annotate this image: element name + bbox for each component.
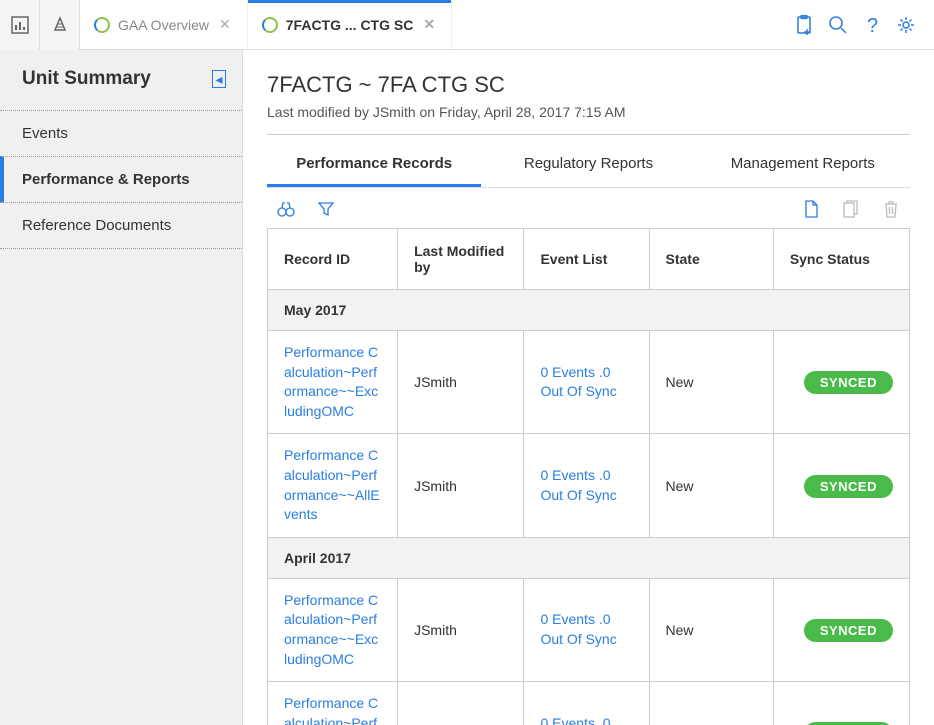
tab-icon [94,17,110,33]
cell-modified-by: JSmith [398,682,524,725]
sidebar-header: Unit Summary ◂ [0,50,242,110]
cell-sync-status: SYNCED [773,682,909,725]
group-label: May 2017 [268,290,910,331]
topbar: GAA Overview ✕ 7FACTG ... CTG SC ✕ ? [0,0,934,50]
content-area: 7FACTG ~ 7FA CTG SC Last modified by JSm… [243,50,934,725]
records-table: Record ID Last Modified by Event List St… [267,228,910,725]
record-link[interactable]: Performance Calculation~Performance~~Exc… [284,343,381,421]
table-row: Performance Calculation~Performance~~All… [268,434,910,537]
sidebar-nav: EventsPerformance & ReportsReference Doc… [0,110,242,249]
cell-record-id: Performance Calculation~Performance~~All… [268,434,398,537]
copy-icon[interactable] [842,200,860,218]
topbar-actions: ? [776,0,934,49]
record-link[interactable]: Performance Calculation~Performance~~All… [284,446,381,524]
close-icon[interactable]: ✕ [217,16,233,33]
close-icon[interactable]: ✕ [421,16,437,33]
table-row: Performance Calculation~Performance~~Exc… [268,331,910,434]
cell-sync-status: SYNCED [773,331,909,434]
cell-modified-by: JSmith [398,434,524,537]
toolbar-right [802,200,900,218]
cell-state: New [649,682,773,725]
record-link[interactable]: Performance Calculation~Performance~~Exc… [284,591,381,669]
sidebar-item-performance-reports[interactable]: Performance & Reports [0,156,242,203]
sidebar-title: Unit Summary [22,68,151,90]
header-event-list[interactable]: Event List [524,229,649,290]
subtab-management-reports[interactable]: Management Reports [696,141,910,187]
new-document-icon[interactable] [802,200,820,218]
table-header-row: Record ID Last Modified by Event List St… [268,229,910,290]
page-title: 7FACTG ~ 7FA CTG SC [267,72,910,98]
header-last-modified[interactable]: Last Modified by [398,229,524,290]
gear-icon[interactable] [896,15,916,35]
group-label: April 2017 [268,537,910,578]
cell-modified-by: JSmith [398,578,524,681]
cell-record-id: Performance Calculation~Performance~~Exc… [268,578,398,681]
document-tabs: GAA Overview ✕ 7FACTG ... CTG SC ✕ [80,0,776,49]
sync-badge: SYNCED [804,371,893,394]
event-list-link[interactable]: 0 Events .0 Out Of Sync [540,363,632,402]
help-icon[interactable]: ? [862,15,882,35]
subtab-regulatory-reports[interactable]: Regulatory Reports [481,141,695,187]
cell-record-id: Performance Calculation~Performance~~Exc… [268,331,398,434]
toolbar [267,188,910,228]
tab-7factg[interactable]: 7FACTG ... CTG SC ✕ [248,0,452,49]
group-row[interactable]: May 2017 [268,290,910,331]
tab-icon [262,17,278,33]
header-sync-status[interactable]: Sync Status [773,229,909,290]
cell-event-list: 0 Events .0 Out Of Sync [524,434,649,537]
group-row[interactable]: April 2017 [268,537,910,578]
event-list-link[interactable]: 0 Events .0 Out Of Sync [540,610,632,649]
event-list-link[interactable]: 0 Events .0 Out Of Sync [540,466,632,505]
page-subtitle: Last modified by JSmith on Friday, April… [267,104,910,135]
table-row: Performance Calculation~Performance~~All… [268,682,910,725]
topbar-left [0,0,80,49]
event-list-link[interactable]: 0 Events .0 Out Of Sync [540,714,632,725]
main-layout: Unit Summary ◂ EventsPerformance & Repor… [0,50,934,725]
table-row: Performance Calculation~Performance~~Exc… [268,578,910,681]
subtab-performance-records[interactable]: Performance Records [267,141,481,187]
tab-label: GAA Overview [118,17,209,33]
header-record-id[interactable]: Record ID [268,229,398,290]
sidebar-item-reference-documents[interactable]: Reference Documents [0,202,242,249]
content-tabs: Performance RecordsRegulatory ReportsMan… [267,141,910,188]
sidebar-item-events[interactable]: Events [0,110,242,157]
record-link[interactable]: Performance Calculation~Performance~~All… [284,694,381,725]
cell-sync-status: SYNCED [773,578,909,681]
dashboard-icon[interactable] [0,0,40,50]
sync-badge: SYNCED [804,475,893,498]
cell-sync-status: SYNCED [773,434,909,537]
trash-icon[interactable] [882,200,900,218]
toolbar-left [277,200,335,218]
sidebar: Unit Summary ◂ EventsPerformance & Repor… [0,50,243,725]
cell-event-list: 0 Events .0 Out Of Sync [524,331,649,434]
cell-event-list: 0 Events .0 Out Of Sync [524,578,649,681]
clipboard-icon[interactable] [794,15,814,35]
collapse-icon[interactable]: ◂ [212,70,226,88]
sync-badge: SYNCED [804,619,893,642]
tab-label: 7FACTG ... CTG SC [286,17,414,33]
hierarchy-icon[interactable] [40,0,80,50]
filter-icon[interactable] [317,200,335,218]
cell-state: New [649,578,773,681]
cell-state: New [649,434,773,537]
cell-record-id: Performance Calculation~Performance~~All… [268,682,398,725]
tab-gaa-overview[interactable]: GAA Overview ✕ [80,0,248,49]
cell-state: New [649,331,773,434]
cell-event-list: 0 Events .0 Out Of Sync [524,682,649,725]
binoculars-icon[interactable] [277,200,295,218]
svg-text:?: ? [867,15,878,35]
header-state[interactable]: State [649,229,773,290]
search-icon[interactable] [828,15,848,35]
cell-modified-by: JSmith [398,331,524,434]
